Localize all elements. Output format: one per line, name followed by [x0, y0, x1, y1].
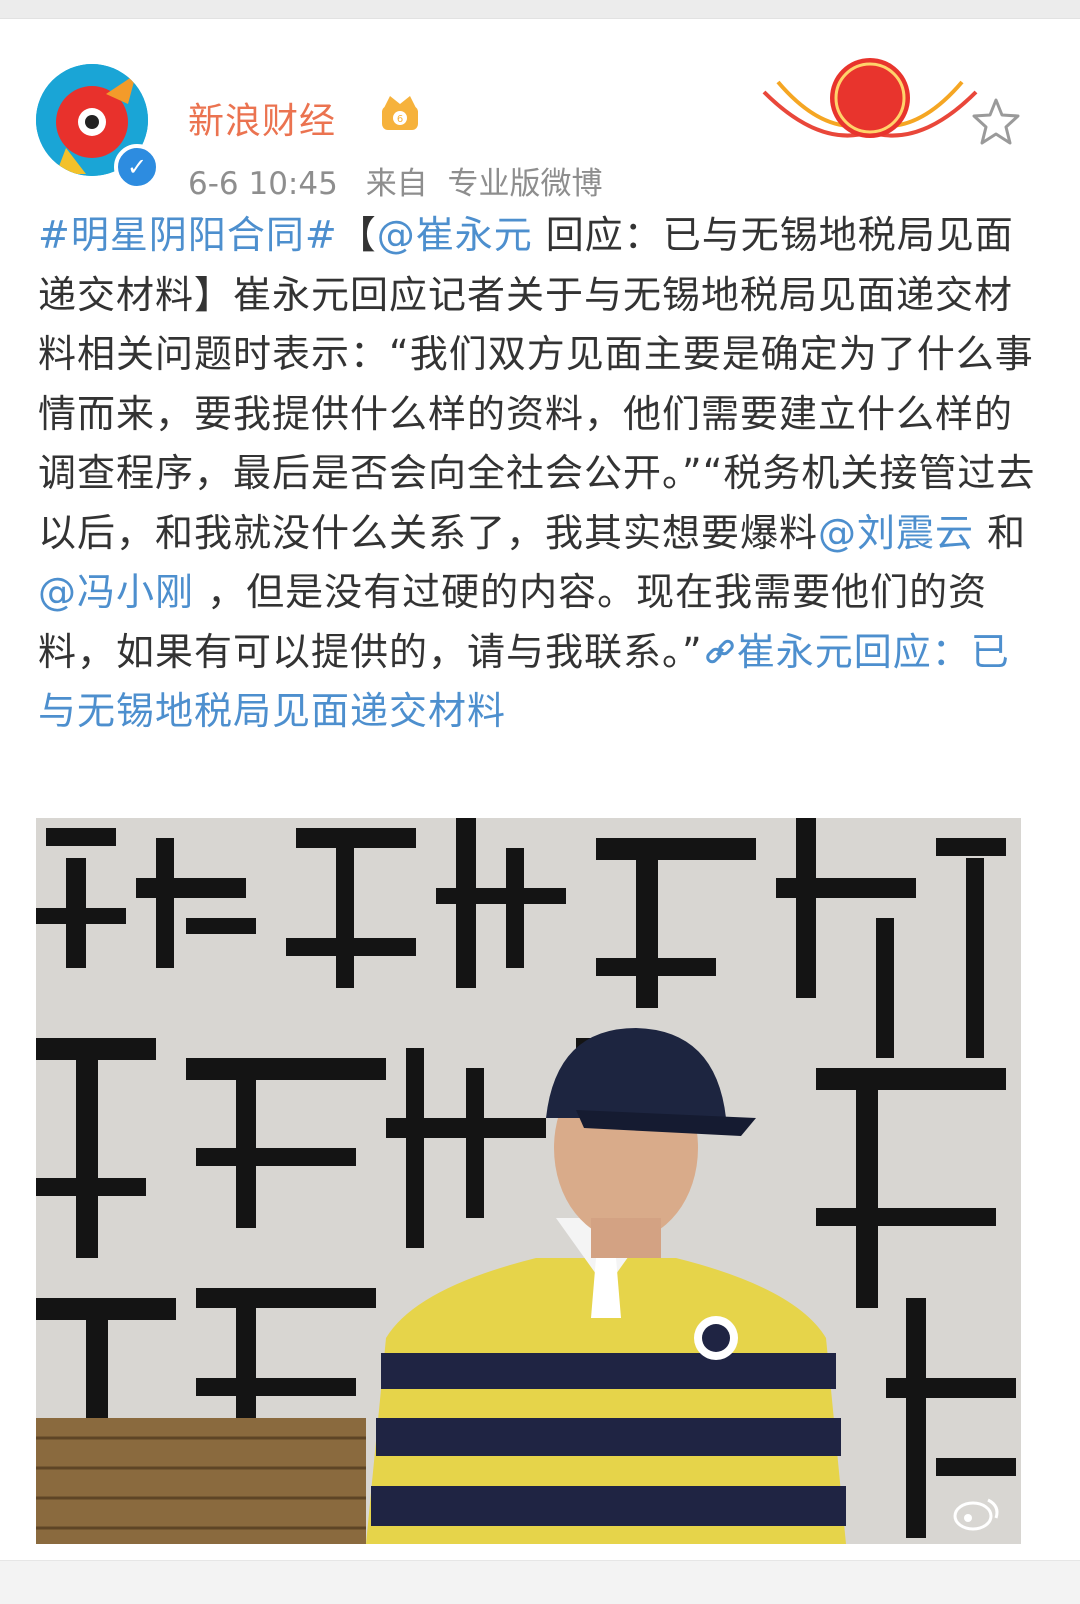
mention-liu-zhenyun[interactable]: @刘震云	[818, 511, 974, 555]
post-source[interactable]: 专业版微博	[448, 166, 603, 202]
china-zan-badge-icon	[762, 58, 978, 138]
post-meta: 6-6 10:45 来自 专业版微博	[188, 158, 621, 203]
link-icon	[705, 639, 734, 663]
top-strip	[0, 0, 1080, 19]
post-time: 6-6 10:45	[188, 166, 338, 202]
title-bracket-open: 【	[337, 213, 377, 257]
post-body-part-2: 和	[974, 510, 1027, 555]
verified-badge-icon: ✓	[114, 144, 160, 190]
bottom-strip	[0, 1560, 1080, 1604]
author-name[interactable]: 新浪财经	[188, 92, 336, 144]
hashtag-link[interactable]: #明星阴阳合同#	[38, 213, 338, 257]
crown-badge-icon: 6	[382, 96, 418, 130]
title-bracket-close: 】	[194, 272, 234, 317]
post-source-prefix: 来自	[365, 166, 428, 202]
svg-text:6: 6	[397, 114, 403, 125]
mention-cui-yongyuan[interactable]: @崔永元	[377, 213, 533, 257]
photo-illustration	[36, 818, 1021, 1544]
post-text: #明星阴阳合同#【@崔永元 回应：已与无锡地税局见面递交材料】崔永元回应记者关于…	[38, 206, 1038, 742]
mention-feng-xiaogang[interactable]: @冯小刚	[38, 570, 194, 614]
post-image[interactable]	[36, 818, 1021, 1544]
post-header: ✓ 新浪财经 6 6-6 10:45 来自 专业版微博	[0, 20, 1080, 202]
favorite-star-icon[interactable]	[970, 96, 1022, 148]
